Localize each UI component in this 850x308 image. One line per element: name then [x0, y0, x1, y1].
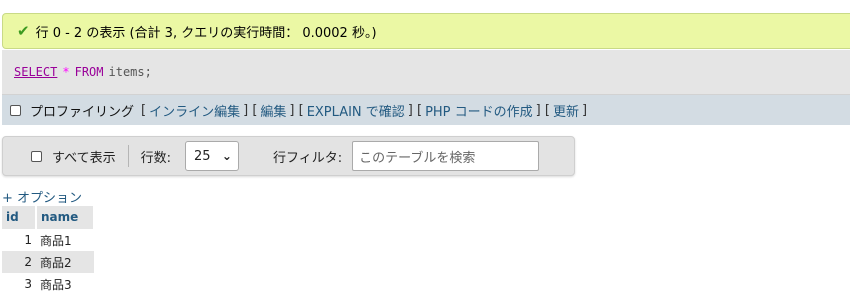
- table-row: 2 商品2: [2, 251, 94, 273]
- table-header-row: id name: [2, 206, 95, 229]
- row-filter-input[interactable]: このテーブルを検索: [352, 141, 540, 171]
- check-icon: ✔: [17, 22, 30, 40]
- inline-edit-link[interactable]: インライン編集: [149, 101, 240, 120]
- rows-select-value: 25: [193, 148, 211, 164]
- success-message-bar: ✔ 行 0 - 2 の表示 (合計 3, クエリの実行時間： 0.0002 秒。…: [2, 13, 850, 49]
- cell-name: 商品3: [40, 277, 72, 292]
- table-row: 1 商品1: [2, 229, 94, 251]
- explain-link[interactable]: EXPLAIN で確認: [307, 101, 405, 120]
- column-header-name[interactable]: name: [36, 206, 95, 229]
- sql-star: *: [62, 65, 70, 79]
- cell-name: 商品2: [36, 251, 94, 273]
- row-filter-label: 行フィルタ:: [272, 150, 343, 166]
- results-table: id name 1 商品1 2 商品2 3 商品3: [2, 206, 95, 295]
- cell-id: 1: [24, 233, 32, 247]
- column-header-id[interactable]: id: [2, 206, 37, 229]
- sql-keyword-select[interactable]: SELECT: [14, 65, 57, 79]
- table-row: 3 商品3: [2, 273, 94, 295]
- row-filter-placeholder: このテーブルを検索: [359, 150, 476, 166]
- sql-keyword-from: FROM: [74, 65, 104, 79]
- sql-table-name: items;: [108, 65, 152, 79]
- success-message-text: 行 0 - 2 の表示 (合計 3, クエリの実行時間： 0.0002 秒。): [35, 25, 377, 41]
- profiling-checkbox[interactable]: [10, 104, 21, 116]
- cell-id: 3: [24, 277, 32, 291]
- cell-name: 商品1: [40, 233, 72, 248]
- rows-label: 行数:: [140, 150, 171, 166]
- profiling-label[interactable]: プロファイリング: [30, 101, 134, 120]
- show-all-label[interactable]: すべて表示: [52, 147, 116, 166]
- options-link[interactable]: + オプション: [2, 187, 82, 206]
- cell-id: 2: [2, 251, 36, 273]
- create-php-code-link[interactable]: PHP コードの作成: [425, 101, 533, 120]
- edit-link[interactable]: 編集: [260, 101, 286, 120]
- navigation-bar: すべて表示 行数: 25 ⌄ 行フィルタ: このテーブルを検索: [2, 136, 575, 176]
- refresh-link[interactable]: 更新: [553, 101, 579, 120]
- divider: [127, 145, 129, 167]
- query-toolbar: プロファイリング [ インライン編集 ] [ 編集 ] [ EXPLAIN で確…: [2, 95, 850, 125]
- rows-select[interactable]: 25 ⌄: [184, 141, 239, 171]
- sql-query-box[interactable]: SELECT * FROM items;: [2, 50, 850, 95]
- chevron-down-icon: ⌄: [221, 149, 232, 163]
- show-all-checkbox[interactable]: [31, 150, 42, 162]
